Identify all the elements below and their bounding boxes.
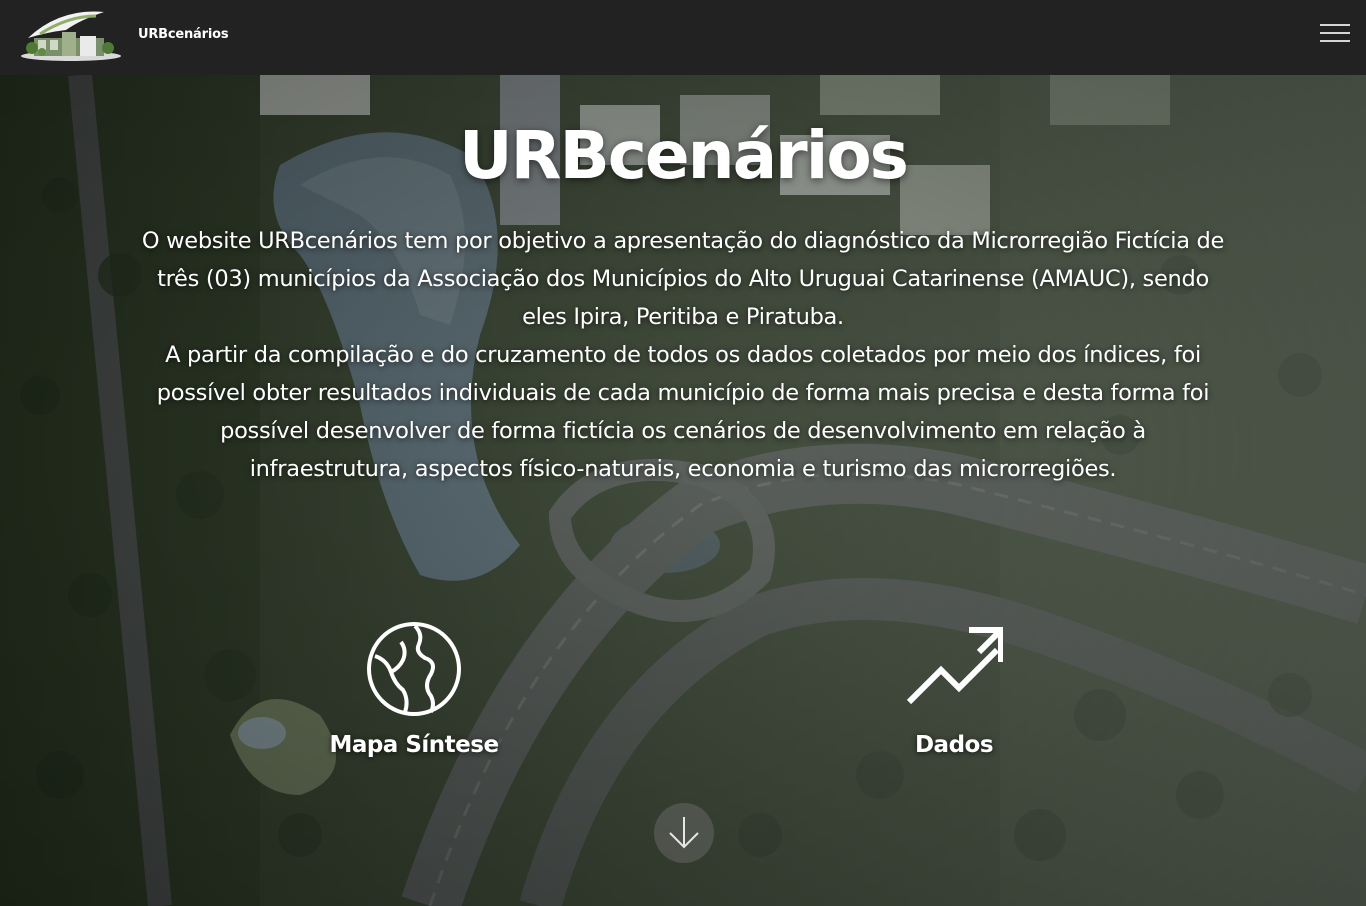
hero-description: O website URBcenários tem por objetivo a… <box>141 228 1225 482</box>
globe-map-icon <box>367 622 461 716</box>
hero-section: URBcenários O website URBcenários tem po… <box>0 75 1366 906</box>
arrow-down-icon <box>669 817 699 849</box>
brand-name[interactable]: URBcenários <box>138 27 229 42</box>
dados-button[interactable]: Dados <box>824 620 1084 758</box>
page-title: URBcenários <box>459 117 909 194</box>
aerial-city-background <box>0 75 1366 906</box>
hamburger-icon[interactable] <box>1318 22 1352 44</box>
feature-label: Mapa Síntese <box>329 732 499 758</box>
top-navbar: URBcenários <box>0 0 1366 75</box>
building-logo[interactable] <box>20 8 122 62</box>
scroll-down-button[interactable] <box>654 803 714 863</box>
feature-label: Dados <box>914 732 994 758</box>
mapa-sintese-button[interactable]: Mapa Síntese <box>284 620 544 758</box>
trending-up-icon <box>906 627 1003 705</box>
